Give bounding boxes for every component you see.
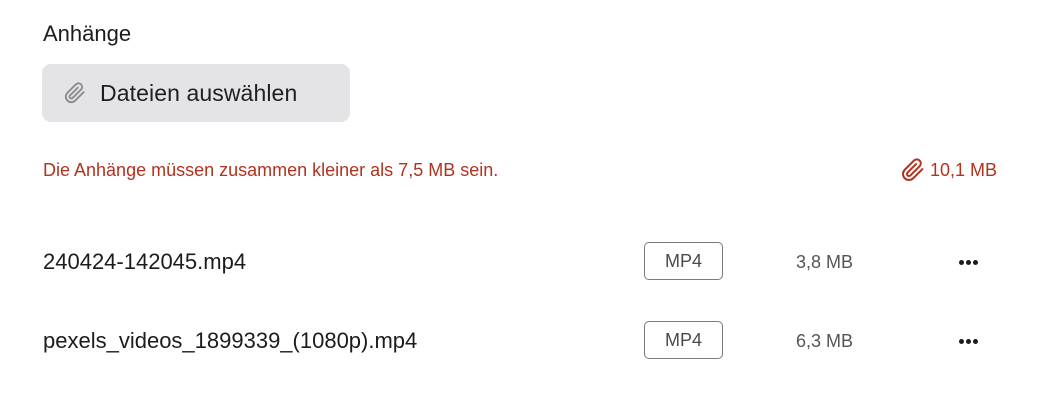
file-type-badge: MP4 bbox=[644, 242, 723, 280]
file-name: pexels_videos_1899339_(1080p).mp4 bbox=[43, 328, 418, 353]
file-row: 240424-142045.mp4 MP4 3,8 MB bbox=[0, 237, 1042, 287]
more-options-button[interactable] bbox=[950, 246, 986, 278]
total-size-value: 10,1 MB bbox=[929, 160, 997, 180]
file-name: 240424-142045.mp4 bbox=[43, 249, 247, 274]
file-size: 6,3 MB bbox=[796, 331, 854, 351]
size-error-message: Die Anhänge müssen zusammen kleiner als … bbox=[43, 160, 499, 180]
file-type-badge: MP4 bbox=[644, 321, 723, 359]
paperclip-icon bbox=[900, 157, 926, 183]
choose-files-button[interactable]: Dateien auswählen bbox=[42, 64, 350, 122]
attachments-section: Anhänge Dateien auswählen Die Anhänge mü… bbox=[0, 0, 1042, 402]
total-size-indicator: 10,1 MB bbox=[900, 157, 997, 183]
more-options-button[interactable] bbox=[950, 325, 986, 357]
section-title: Anhänge bbox=[43, 21, 132, 46]
choose-files-label: Dateien auswählen bbox=[100, 79, 298, 106]
paperclip-icon bbox=[62, 80, 88, 106]
file-row: pexels_videos_1899339_(1080p).mp4 MP4 6,… bbox=[0, 316, 1042, 366]
file-size: 3,8 MB bbox=[796, 252, 854, 272]
more-horizontal-icon bbox=[958, 338, 978, 344]
more-horizontal-icon bbox=[958, 259, 978, 265]
